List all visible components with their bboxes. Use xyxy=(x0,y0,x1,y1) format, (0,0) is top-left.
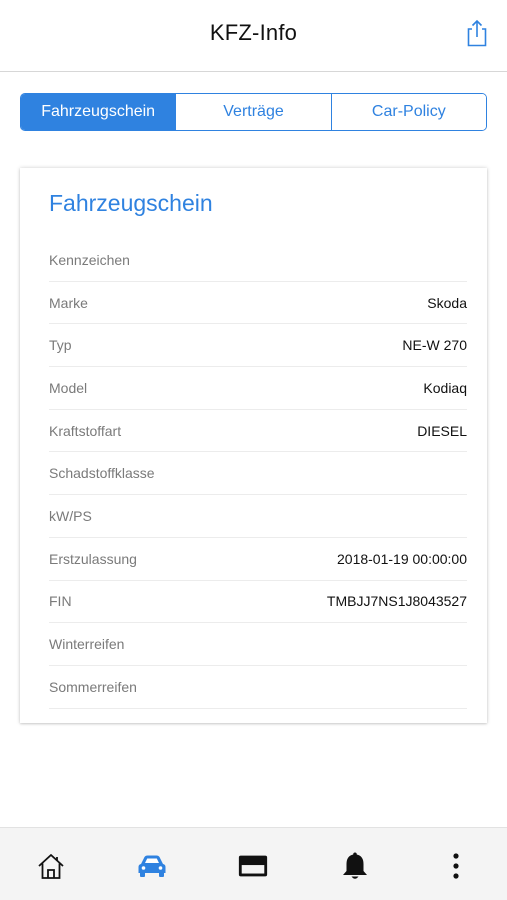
row-label: kW/PS xyxy=(49,507,92,524)
tab-vertraege[interactable]: Verträge xyxy=(175,94,331,130)
row-label: Erstzulassung xyxy=(49,550,137,567)
info-row-erstzulassung: Erstzulassung 2018-01-19 00:00:00 xyxy=(49,538,467,581)
tab-cards[interactable] xyxy=(237,850,269,882)
info-row-model: Model Kodiaq xyxy=(49,367,467,410)
info-row-schadstoffklasse: Schadstoffklasse xyxy=(49,452,467,496)
tab-car-policy[interactable]: Car-Policy xyxy=(330,94,486,130)
info-row-marke: Marke Skoda xyxy=(49,282,467,325)
row-label: Kennzeichen xyxy=(49,251,130,268)
row-value: NE-W 270 xyxy=(402,337,467,354)
row-value: DIESEL xyxy=(417,422,467,439)
row-label: Marke xyxy=(49,294,88,311)
row-label: Kraftstoffart xyxy=(49,422,122,439)
home-icon xyxy=(38,854,64,879)
row-value: Kodiaq xyxy=(423,379,467,396)
row-label: Winterreifen xyxy=(49,636,125,653)
app-header: KFZ-Info xyxy=(0,0,507,72)
page-title: KFZ-Info xyxy=(209,20,298,45)
row-value: Skoda xyxy=(427,294,467,311)
row-label: Model xyxy=(49,379,88,396)
tab-notifications[interactable] xyxy=(339,850,371,882)
bottom-tab-bar xyxy=(0,827,507,900)
tab-fahrzeugschein[interactable]: Fahrzeugschein xyxy=(21,94,176,130)
info-row-kw-ps: kW/PS xyxy=(49,495,467,538)
car-icon xyxy=(138,855,166,877)
info-row-fin: FIN TMBJJ7NS1J8043527 xyxy=(49,581,467,624)
share-icon xyxy=(467,19,487,47)
more-vertical-icon xyxy=(453,853,459,879)
row-label: Typ xyxy=(49,337,72,354)
info-row-kraftstoffart: Kraftstoffart DIESEL xyxy=(49,410,467,453)
tab-vehicle[interactable] xyxy=(136,850,168,882)
info-row-kennzeichen: Kennzeichen xyxy=(49,239,467,282)
info-row-sommerreifen: Sommerreifen xyxy=(49,666,467,709)
info-row-winterreifen: Winterreifen xyxy=(49,623,467,666)
vehicle-registration-card: Fahrzeugschein Kennzeichen Marke Skoda T… xyxy=(20,168,487,723)
credit-card-icon xyxy=(238,855,268,877)
tab-home[interactable] xyxy=(35,850,67,882)
row-value: TMBJJ7NS1J8043527 xyxy=(326,593,467,610)
info-row-typ: Typ NE-W 270 xyxy=(49,324,467,368)
card-title: Fahrzeugschein xyxy=(49,190,213,216)
share-button[interactable] xyxy=(463,18,491,48)
tab-more[interactable] xyxy=(440,850,472,882)
info-list: Kennzeichen Marke Skoda Typ NE-W 270 Mod… xyxy=(49,239,467,709)
row-label: Schadstoffklasse xyxy=(49,465,155,482)
row-label: Sommerreifen xyxy=(49,678,137,695)
segmented-control: Fahrzeugschein Verträge Car-Policy xyxy=(20,93,487,131)
row-label: FIN xyxy=(49,593,72,610)
bell-icon xyxy=(343,852,367,879)
row-value: 2018-01-19 00:00:00 xyxy=(337,550,467,567)
